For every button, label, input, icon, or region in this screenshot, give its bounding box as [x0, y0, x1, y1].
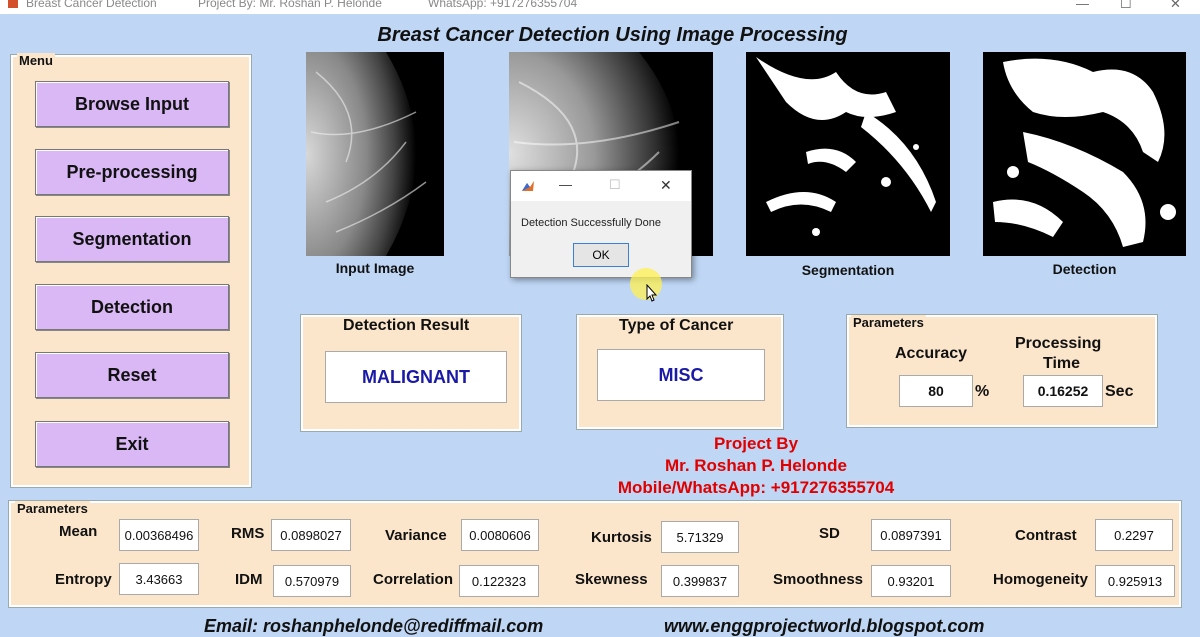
- detection-button[interactable]: Detection: [35, 284, 229, 330]
- dialog-maximize-button[interactable]: ☐: [609, 177, 621, 193]
- close-button[interactable]: ✕: [1170, 0, 1181, 12]
- dialog-message: Detection Successfully Done: [521, 217, 662, 229]
- mouse-cursor-icon: [646, 284, 658, 302]
- detection-result-title: Detection Result: [339, 317, 474, 335]
- segmentation-image-label: Segmentation: [801, 262, 895, 278]
- segmentation-image: [746, 52, 950, 256]
- detection-result-value: MALIGNANT: [325, 351, 507, 403]
- smoothness-label: Smoothness: [773, 571, 864, 588]
- input-image-label: Input Image: [335, 260, 415, 276]
- idm-label: IDM: [235, 571, 263, 588]
- homogeneity-label: Homogeneity: [993, 571, 1089, 588]
- app-icon: [8, 0, 18, 8]
- browse-input-button[interactable]: Browse Input: [35, 81, 229, 127]
- menu-title: Menu: [17, 53, 55, 68]
- credits-line-3: Mobile/WhatsApp: +917276355704: [617, 478, 895, 497]
- accuracy-label: Accuracy: [895, 345, 968, 362]
- page-title: Breast Cancer Detection Using Image Proc…: [377, 24, 848, 46]
- window-title: Breast Cancer Detection: [26, 0, 157, 10]
- kurtosis-field[interactable]: 5.71329: [661, 521, 739, 553]
- dialog-titlebar: — ☐ ✕: [511, 171, 691, 201]
- minimize-button[interactable]: —: [1076, 0, 1089, 11]
- exit-button[interactable]: Exit: [35, 421, 229, 467]
- parameters-top-title: Parameters: [851, 315, 926, 330]
- footer-email: Email: roshanphelonde@rediffmail.com: [204, 616, 544, 636]
- detection-image: [983, 52, 1186, 256]
- detection-done-dialog: — ☐ ✕ Detection Successfully Done OK: [510, 170, 692, 278]
- dialog-minimize-button[interactable]: —: [559, 177, 572, 192]
- window-whatsapp: WhatsApp: +917276355704: [428, 0, 578, 10]
- matlab-icon: [521, 179, 535, 193]
- detection-image-label: Detection: [1052, 261, 1117, 277]
- dialog-ok-button[interactable]: OK: [573, 243, 629, 267]
- variance-field[interactable]: 0.0080606: [461, 519, 539, 551]
- detection-result-panel: Detection Result MALIGNANT: [300, 314, 522, 432]
- processing-time-field[interactable]: 0.16252: [1023, 375, 1103, 407]
- contrast-field[interactable]: 0.2297: [1095, 519, 1173, 551]
- processing-time-label-1: Processing: [1015, 335, 1102, 352]
- accuracy-unit: %: [975, 383, 990, 400]
- reset-button[interactable]: Reset: [35, 352, 229, 398]
- homogeneity-field[interactable]: 0.925913: [1095, 565, 1175, 597]
- type-of-cancer-value: MISC: [597, 349, 765, 401]
- entropy-field[interactable]: 3.43663: [119, 563, 199, 595]
- maximize-button[interactable]: ☐: [1120, 0, 1132, 12]
- sd-label: SD: [819, 525, 840, 542]
- mammogram-grayscale-icon: [306, 52, 427, 256]
- entropy-label: Entropy: [55, 571, 112, 588]
- dialog-close-button[interactable]: ✕: [660, 177, 672, 194]
- parameters-bottom-title: Parameters: [15, 501, 90, 516]
- correlation-label: Correlation: [373, 571, 454, 588]
- type-of-cancer-title: Type of Cancer: [615, 317, 738, 335]
- smoothness-field[interactable]: 0.93201: [871, 565, 951, 597]
- type-of-cancer-panel: Type of Cancer MISC: [576, 314, 784, 430]
- preprocessing-button[interactable]: Pre-processing: [35, 149, 229, 195]
- accuracy-field[interactable]: 80: [899, 375, 973, 407]
- mean-field[interactable]: 0.00368496: [119, 519, 199, 551]
- menu-panel: Menu Browse Input Pre-processing Segment…: [10, 53, 252, 488]
- idm-field[interactable]: 0.570979: [273, 565, 351, 597]
- window-project-by: Project By: Mr. Roshan P. Helonde: [198, 0, 382, 10]
- rms-field[interactable]: 0.0898027: [271, 519, 351, 551]
- parameters-top-panel: Parameters Accuracy Processing Time 80 %…: [846, 314, 1158, 428]
- credits-line-1: Project By: [713, 434, 799, 453]
- skewness-field[interactable]: 0.399837: [661, 565, 739, 597]
- input-image: [306, 52, 444, 256]
- parameters-bottom-panel: Parameters Mean 0.00368496 RMS 0.0898027…: [8, 500, 1182, 608]
- footer-website: www.enggprojectworld.blogspot.com: [664, 616, 985, 636]
- variance-label: Variance: [385, 527, 447, 544]
- segmentation-mask-icon: [756, 57, 936, 236]
- mean-label: Mean: [59, 523, 98, 540]
- sd-field[interactable]: 0.0897391: [871, 519, 951, 551]
- processing-time-label-2: Time: [1043, 355, 1081, 372]
- window-titlebar: Breast Cancer Detection Project By: Mr. …: [0, 0, 1200, 14]
- correlation-field[interactable]: 0.122323: [459, 565, 539, 597]
- kurtosis-label: Kurtosis: [591, 529, 652, 546]
- detection-mask-icon: [993, 58, 1176, 247]
- skewness-label: Skewness: [575, 571, 648, 588]
- contrast-label: Contrast: [1015, 527, 1077, 544]
- credits-line-2: Mr. Roshan P. Helonde: [664, 456, 847, 475]
- rms-label: RMS: [231, 525, 265, 542]
- segmentation-button[interactable]: Segmentation: [35, 216, 229, 262]
- processing-time-unit: Sec: [1105, 383, 1134, 400]
